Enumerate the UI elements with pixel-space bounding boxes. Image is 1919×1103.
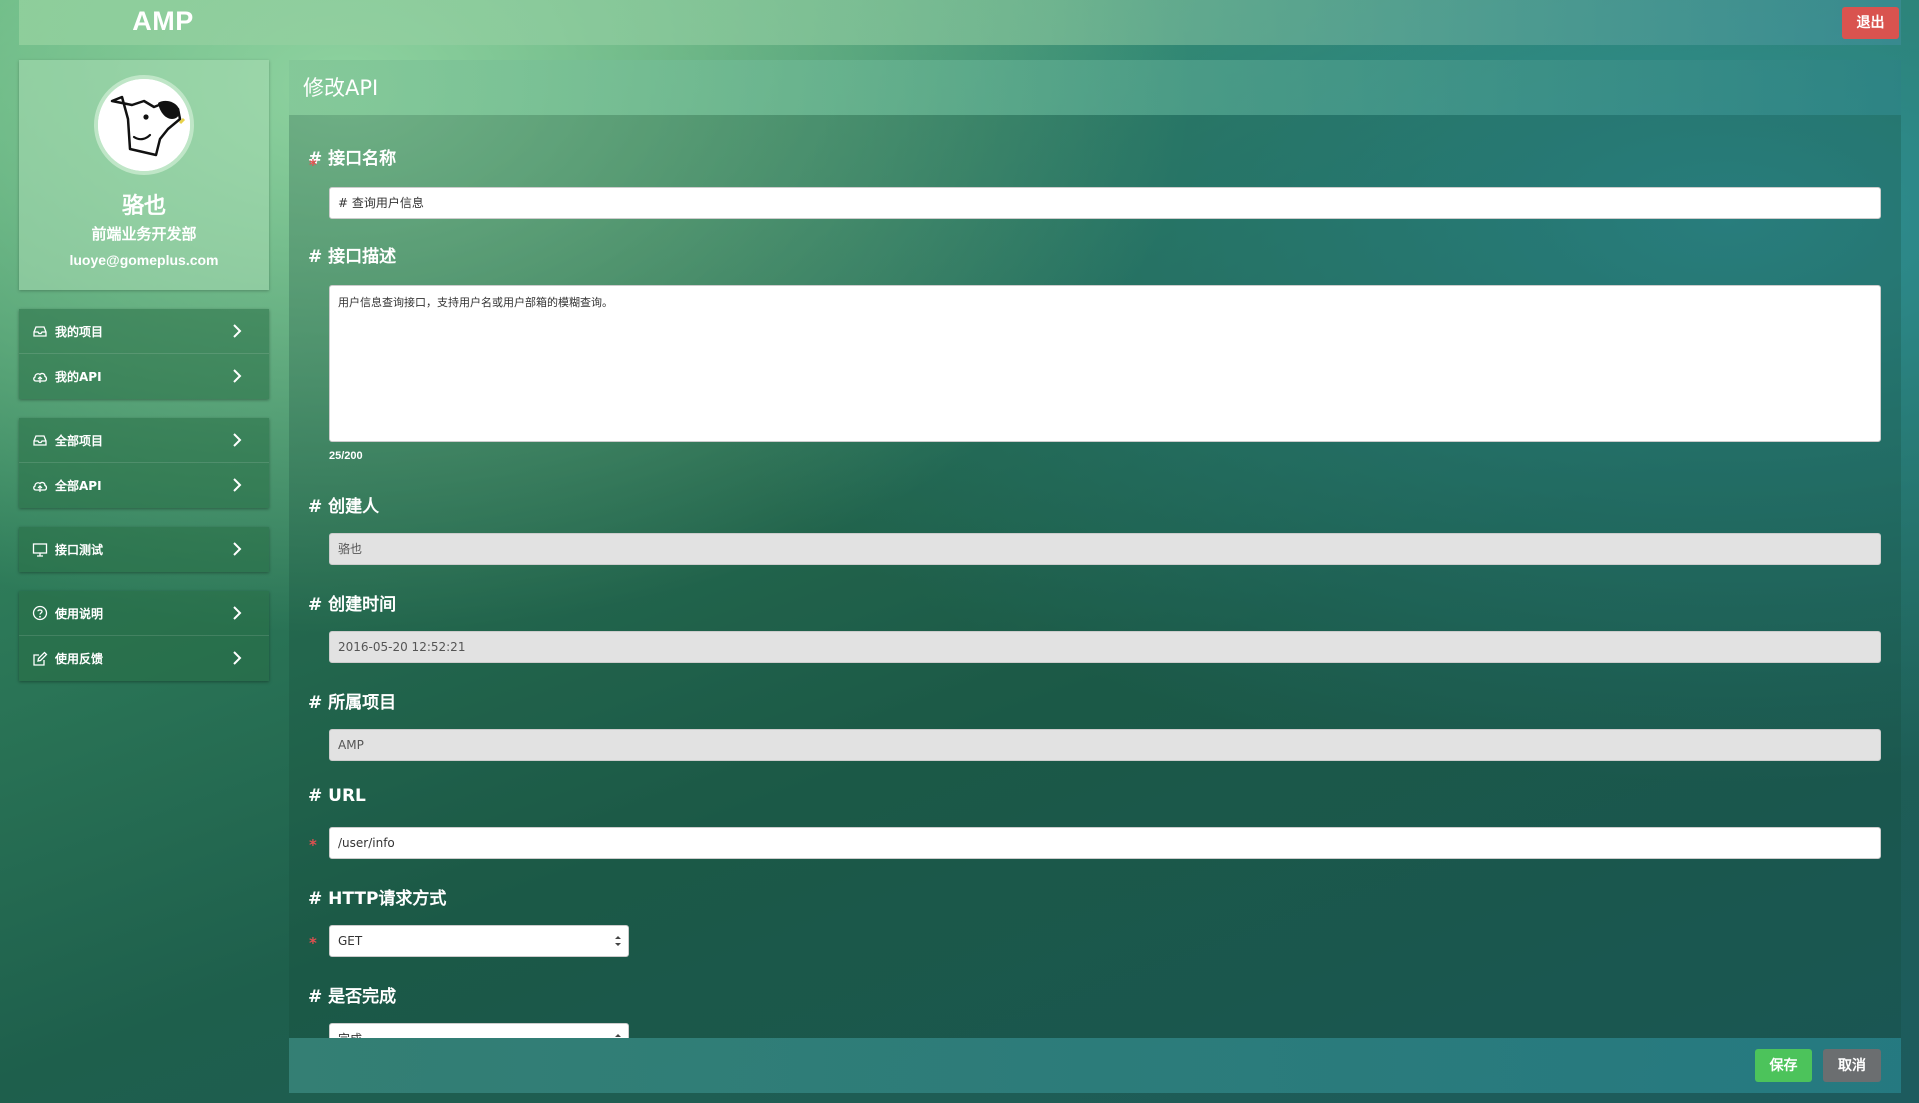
profile-card: 骆也 前端业务开发部 luoye@gomeplus.com xyxy=(19,60,269,290)
chevron-right-icon xyxy=(233,651,242,665)
completion-select[interactable]: 完成 xyxy=(329,1023,629,1038)
cloud-icon xyxy=(31,477,49,495)
chevron-right-icon xyxy=(233,369,242,383)
sidebar-item-label: 全部项目 xyxy=(55,433,104,448)
sidebar-group-help: 使用说明 使用反馈 xyxy=(19,591,269,681)
sidebar-item-all-projects[interactable]: 全部项目 xyxy=(19,418,269,463)
sidebar-item-label: 使用说明 xyxy=(55,606,104,621)
sidebar-group-all: 全部项目 全部API xyxy=(19,418,269,508)
api-description-label: # 接口描述 xyxy=(308,247,397,267)
edit-api-form: # 接口名称 * # 查询用户信息 # 接口描述 用户信息查询接口，支持用户名或… xyxy=(289,115,1901,1038)
api-name-label: # 接口名称 xyxy=(308,149,397,169)
profile-department: 前端业务开发部 xyxy=(91,225,197,243)
sidebar-item-all-api[interactable]: 全部API xyxy=(19,463,269,508)
chevron-right-icon xyxy=(233,542,242,556)
profile-name: 骆也 xyxy=(121,194,166,219)
url-input[interactable]: /user/info xyxy=(329,827,1881,859)
edit-icon xyxy=(31,650,49,668)
http-method-select[interactable]: GET xyxy=(329,925,629,957)
sidebar-item-my-projects[interactable]: 我的项目 xyxy=(19,309,269,354)
app-logo: AMP xyxy=(132,6,194,36)
avatar xyxy=(94,75,194,175)
help-icon xyxy=(31,604,49,622)
main-header: 修改API xyxy=(289,60,1901,115)
save-button[interactable]: 保存 xyxy=(1755,1049,1812,1082)
completion-label: # 是否完成 xyxy=(308,987,397,1007)
inbox-icon xyxy=(31,322,49,340)
created-at-label: # 创建时间 xyxy=(308,595,397,615)
chevron-right-icon xyxy=(233,324,242,338)
http-method-value: GET xyxy=(338,934,363,948)
inbox-icon xyxy=(31,431,49,449)
created-at-input: 2016-05-20 12:52:21 xyxy=(329,631,1881,663)
chevron-right-icon xyxy=(233,606,242,620)
dog-avatar-icon xyxy=(98,79,190,171)
monitor-icon xyxy=(31,541,49,559)
sidebar-item-api-test[interactable]: 接口测试 xyxy=(19,527,269,572)
top-bar: AMP 退出 xyxy=(19,0,1901,45)
page-title: 修改API xyxy=(303,76,379,100)
required-marker: * xyxy=(309,156,317,174)
sidebar-group-mine: 我的项目 我的API xyxy=(19,309,269,399)
sidebar-item-label: 使用反馈 xyxy=(55,652,104,666)
required-marker: * xyxy=(309,934,317,952)
url-label: # URL xyxy=(308,786,366,806)
sidebar-item-my-api[interactable]: 我的API xyxy=(19,354,269,399)
form-footer: 保存 取消 xyxy=(289,1038,1901,1093)
api-name-input[interactable]: # 查询用户信息 xyxy=(329,187,1881,219)
description-char-counter: 25/200 xyxy=(329,450,363,462)
project-input: AMP xyxy=(329,729,1881,761)
chevron-right-icon xyxy=(233,433,242,447)
sidebar-item-label: 接口测试 xyxy=(55,543,104,557)
sidebar-item-label: 我的项目 xyxy=(55,324,104,339)
http-method-label: # HTTP请求方式 xyxy=(308,889,447,909)
logout-button[interactable]: 退出 xyxy=(1842,7,1899,39)
api-description-textarea[interactable]: 用户信息查询接口，支持用户名或用户部箱的模糊查询。 xyxy=(329,285,1881,442)
profile-email: luoye@gomeplus.com xyxy=(69,252,219,268)
sidebar-item-label: 全部API xyxy=(55,479,102,493)
cancel-button[interactable]: 取消 xyxy=(1823,1049,1881,1082)
sidebar-item-feedback[interactable]: 使用反馈 xyxy=(19,636,269,681)
creator-label: # 创建人 xyxy=(308,497,380,517)
sidebar-item-label: 我的API xyxy=(55,370,102,384)
required-marker: * xyxy=(309,836,317,854)
cloud-icon xyxy=(31,368,49,386)
creator-input: 骆也 xyxy=(329,533,1881,565)
sidebar-item-instructions[interactable]: 使用说明 xyxy=(19,591,269,636)
main-panel: 修改API # 接口名称 * # 查询用户信息 # 接口描述 用户信息查询接口，… xyxy=(289,60,1901,1093)
chevron-right-icon xyxy=(233,478,242,492)
sidebar-group-test: 接口测试 xyxy=(19,527,269,572)
project-label: # 所属项目 xyxy=(308,693,397,713)
select-arrows-icon xyxy=(615,936,621,946)
